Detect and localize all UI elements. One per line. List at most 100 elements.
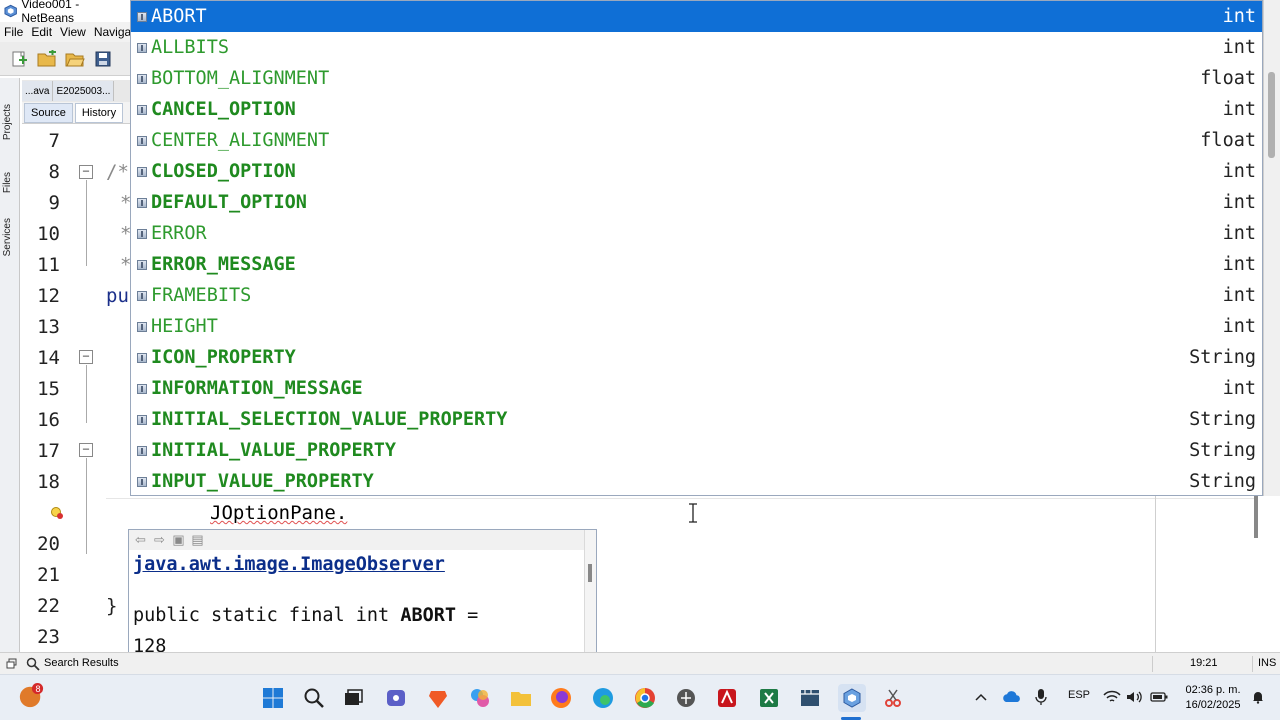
signature-name: ABORT: [400, 605, 457, 626]
completion-item[interactable]: INFORMATION_MESSAGE int: [131, 373, 1262, 404]
language-indicator[interactable]: ESP: [1068, 689, 1090, 701]
completion-item[interactable]: HEIGHT int: [131, 311, 1262, 342]
field-icon: [137, 383, 147, 394]
field-icon: [137, 290, 147, 301]
fold-guide: [86, 458, 87, 554]
search-taskbar-icon[interactable]: [301, 685, 327, 711]
brave-browser-icon[interactable]: [425, 685, 451, 711]
completion-item[interactable]: CANCEL_OPTION int: [131, 94, 1262, 125]
copilot-icon[interactable]: [467, 685, 493, 711]
javadoc-scroll-thumb[interactable]: [588, 564, 592, 582]
projects-panel-tab[interactable]: Projects: [2, 104, 13, 140]
file-explorer-icon[interactable]: [508, 685, 534, 711]
completion-item[interactable]: DEFAULT_OPTION int: [131, 187, 1262, 218]
javadoc-class-link[interactable]: java.awt.image.ImageObserver: [133, 554, 445, 575]
task-view-icon[interactable]: [340, 685, 366, 711]
line-number: 9: [48, 192, 60, 214]
code-keyword-fragment: pu: [106, 285, 129, 307]
field-icon: [137, 11, 147, 22]
microphone-icon[interactable]: [1035, 688, 1047, 706]
lightbulb-error-icon[interactable]: [50, 506, 64, 520]
line-number: 10: [37, 223, 60, 245]
firefox-icon[interactable]: [548, 685, 574, 711]
editor-mode-bar: Source History: [22, 102, 130, 124]
completion-scrollbar[interactable]: [1263, 0, 1280, 496]
status-divider: [1252, 656, 1253, 672]
field-icon: [137, 321, 147, 332]
open-project-icon[interactable]: [64, 48, 86, 70]
javadoc-toolbar: ⇦ ⇨ ▣ ▤: [129, 530, 596, 550]
completion-scroll-thumb[interactable]: [1268, 72, 1275, 158]
completion-item[interactable]: ABORT int: [131, 1, 1262, 32]
vpn-globe-icon[interactable]: [673, 685, 699, 711]
completion-item[interactable]: ERROR_MESSAGE int: [131, 249, 1262, 280]
snipping-tool-icon[interactable]: [880, 685, 906, 711]
movie-maker-icon[interactable]: [797, 685, 823, 711]
history-button[interactable]: History: [74, 102, 124, 123]
edge-icon[interactable]: [590, 685, 616, 711]
editor-scrollbar[interactable]: [1254, 496, 1258, 538]
netbeans-taskbar-icon[interactable]: [838, 684, 866, 712]
typed-identifier: JOptionPane: [210, 502, 336, 524]
chrome-icon[interactable]: [632, 685, 658, 711]
fold-toggle[interactable]: −: [79, 443, 93, 457]
field-icon: [137, 42, 147, 53]
signature-suffix: =: [456, 605, 479, 626]
completion-item[interactable]: ERROR int: [131, 218, 1262, 249]
line-number: 23: [37, 626, 60, 648]
search-results-tab[interactable]: Search Results: [44, 657, 119, 669]
menu-view[interactable]: View: [56, 25, 90, 39]
teams-icon[interactable]: [383, 685, 409, 711]
acrobat-icon[interactable]: [714, 685, 740, 711]
open-source-icon[interactable]: ▤: [190, 532, 205, 547]
system-clock[interactable]: 02:36 p. m. 16/02/2025: [1178, 683, 1248, 713]
services-panel-tab[interactable]: Services: [2, 218, 13, 256]
field-icon: [137, 73, 147, 84]
new-file-icon[interactable]: [8, 48, 30, 70]
search-icon: [26, 657, 40, 671]
field-icon: [137, 414, 147, 425]
volume-icon[interactable]: [1126, 690, 1144, 704]
line-number: 11: [37, 254, 60, 276]
clock-time: 02:36 p. m.: [1185, 684, 1241, 696]
field-icon: [137, 445, 147, 456]
completion-item[interactable]: BOTTOM_ALIGNMENT float: [131, 63, 1262, 94]
files-panel-tab[interactable]: Files: [2, 172, 13, 193]
caret-position: 19:21: [1190, 657, 1218, 669]
save-all-icon[interactable]: [92, 48, 114, 70]
fold-toggle[interactable]: −: [79, 350, 93, 364]
excel-icon[interactable]: [756, 685, 782, 711]
chevron-up-icon[interactable]: [975, 692, 987, 702]
completion-item[interactable]: INITIAL_VALUE_PROPERTY String: [131, 435, 1262, 466]
battery-icon[interactable]: [1150, 692, 1168, 702]
editor-tab-2[interactable]: E2025003...: [53, 81, 115, 101]
line-number: 17: [37, 440, 60, 462]
onedrive-cloud-icon[interactable]: [1002, 690, 1022, 704]
forward-arrow-icon[interactable]: ⇨: [152, 532, 167, 547]
new-project-icon[interactable]: [36, 48, 58, 70]
line-number: 8: [48, 161, 60, 183]
code-close-brace: }: [106, 595, 118, 617]
completion-item[interactable]: ICON_PROPERTY String: [131, 342, 1262, 373]
source-button[interactable]: Source: [24, 102, 73, 123]
notifications-icon[interactable]: [1251, 690, 1265, 704]
line-number: 13: [37, 316, 60, 338]
fold-toggle[interactable]: −: [79, 165, 93, 179]
open-in-browser-icon[interactable]: ▣: [171, 532, 186, 547]
completion-item[interactable]: ALLBITS int: [131, 32, 1262, 63]
wifi-icon[interactable]: [1103, 690, 1121, 704]
completion-item[interactable]: INPUT_VALUE_PROPERTY String: [131, 466, 1262, 497]
completion-item[interactable]: CENTER_ALIGNMENT float: [131, 125, 1262, 156]
back-arrow-icon[interactable]: ⇦: [133, 532, 148, 547]
editor-tab-1[interactable]: ...ava: [22, 81, 54, 101]
right-margin-line: [1155, 496, 1156, 652]
windows-start-icon[interactable]: [260, 685, 286, 711]
field-icon: [137, 352, 147, 363]
menu-edit[interactable]: Edit: [27, 25, 56, 39]
menu-file[interactable]: File: [0, 25, 27, 39]
completion-item[interactable]: CLOSED_OPTION int: [131, 156, 1262, 187]
typed-code[interactable]: JOptionPane.: [210, 502, 347, 524]
completion-item[interactable]: INITIAL_SELECTION_VALUE_PROPERTY String: [131, 404, 1262, 435]
restore-window-icon[interactable]: [6, 658, 17, 669]
completion-item[interactable]: FRAMEBITS int: [131, 280, 1262, 311]
